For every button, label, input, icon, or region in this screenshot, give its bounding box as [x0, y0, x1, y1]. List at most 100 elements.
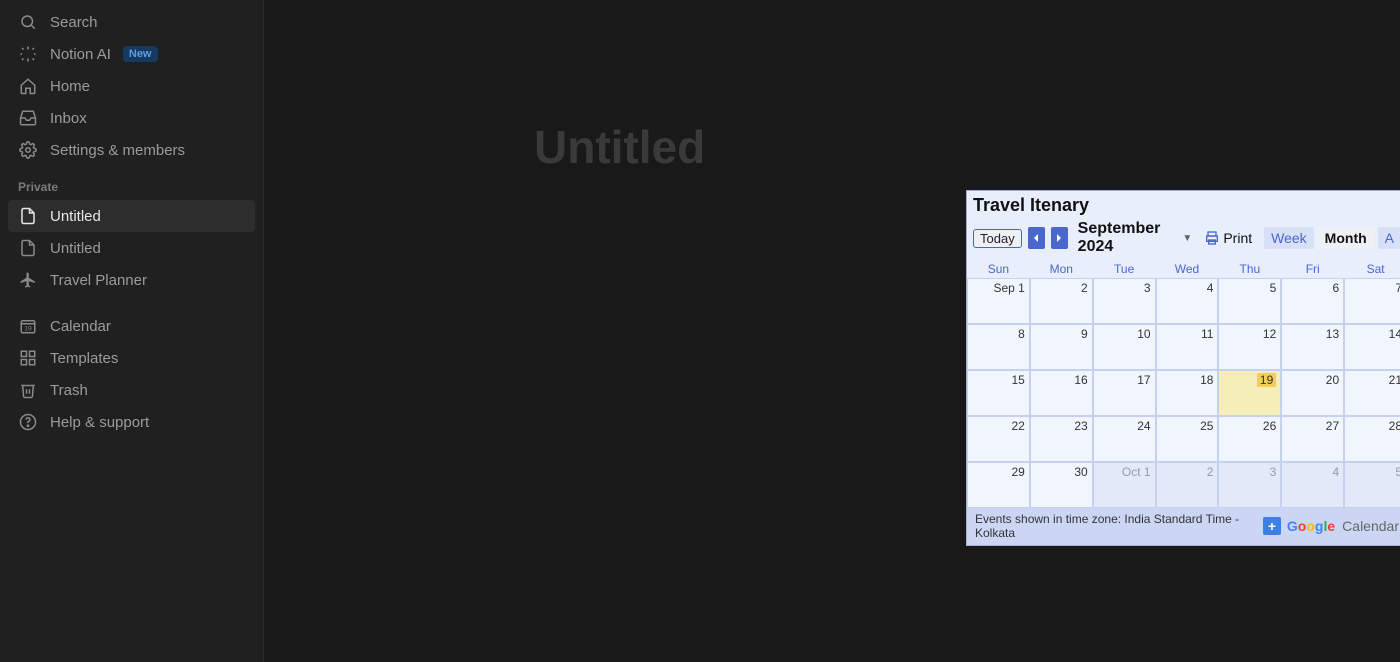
day-cell[interactable]: 18 [1156, 370, 1219, 416]
day-cell[interactable]: 19 [1218, 370, 1281, 416]
sidebar-trash[interactable]: Trash [8, 374, 255, 406]
day-cell[interactable]: 8 [967, 324, 1030, 370]
dow-cell: Thu [1218, 260, 1281, 278]
search-icon [18, 12, 38, 32]
page-icon [18, 206, 38, 226]
day-number: Oct 1 [1122, 465, 1151, 479]
day-number: 5 [1395, 465, 1400, 479]
day-number: 6 [1332, 281, 1339, 295]
new-badge: New [123, 46, 158, 62]
day-cell[interactable]: 4 [1281, 462, 1344, 508]
day-cell[interactable]: 17 [1093, 370, 1156, 416]
day-number: 28 [1389, 419, 1400, 433]
day-cell[interactable]: 5 [1344, 462, 1400, 508]
sidebar-templates[interactable]: Templates [8, 342, 255, 374]
day-cell[interactable]: 15 [967, 370, 1030, 416]
day-cell[interactable]: 3 [1093, 278, 1156, 324]
day-cell[interactable]: 11 [1156, 324, 1219, 370]
day-cell[interactable]: 16 [1030, 370, 1093, 416]
sidebar: Search Notion AI New Home Inbox Settings… [0, 0, 264, 662]
day-number: 4 [1332, 465, 1339, 479]
day-cell[interactable]: 29 [967, 462, 1030, 508]
page-icon [18, 238, 38, 258]
dow-row: SunMonTueWedThuFriSat [967, 260, 1400, 278]
day-cell[interactable]: 6 [1281, 278, 1344, 324]
today-button[interactable]: Today [973, 229, 1022, 248]
day-number: 13 [1326, 327, 1339, 341]
google-logo: Google [1287, 518, 1335, 534]
airplane-icon [18, 270, 38, 290]
day-number: 18 [1200, 373, 1213, 387]
sidebar-help[interactable]: Help & support [8, 406, 255, 438]
calendar-word: Calendar [1342, 518, 1399, 534]
day-cell[interactable]: 9 [1030, 324, 1093, 370]
day-cell[interactable]: 24 [1093, 416, 1156, 462]
sidebar-page-untitled-2[interactable]: Untitled [8, 232, 255, 264]
day-cell[interactable]: 21 [1344, 370, 1400, 416]
day-cell[interactable]: 3 [1218, 462, 1281, 508]
day-cell[interactable]: Oct 1 [1093, 462, 1156, 508]
timezone-label: Events shown in time zone: India Standar… [975, 512, 1263, 540]
day-cell[interactable]: 20 [1281, 370, 1344, 416]
main-content: Untitled Travel Itenary Today September … [264, 0, 1400, 662]
day-cell[interactable]: 23 [1030, 416, 1093, 462]
day-cell[interactable]: 25 [1156, 416, 1219, 462]
day-cell[interactable]: 30 [1030, 462, 1093, 508]
svg-text:19: 19 [24, 326, 32, 333]
add-calendar-button[interactable]: + [1263, 517, 1281, 535]
day-cell[interactable]: Sep 1 [967, 278, 1030, 324]
sidebar-page-travel-planner[interactable]: Travel Planner [8, 264, 255, 296]
sidebar-trash-label: Trash [50, 382, 88, 399]
day-number: 25 [1200, 419, 1213, 433]
sidebar-home[interactable]: Home [8, 70, 255, 102]
day-cell[interactable]: 2 [1156, 462, 1219, 508]
sidebar-page-untitled-1[interactable]: Untitled [8, 200, 255, 232]
day-cell[interactable]: 7 [1344, 278, 1400, 324]
day-cell[interactable]: 28 [1344, 416, 1400, 462]
day-cell[interactable]: 2 [1030, 278, 1093, 324]
sidebar-search[interactable]: Search [8, 6, 255, 38]
day-cell[interactable]: 22 [967, 416, 1030, 462]
sidebar-settings[interactable]: Settings & members [8, 134, 255, 166]
week-row: 89101112 13 14 [967, 324, 1400, 370]
week-row: Sep 1 2345 6 7 [967, 278, 1400, 324]
sidebar-section-private: Private [8, 166, 255, 200]
month-label: September 2024 [1078, 220, 1173, 256]
page-title[interactable]: Untitled [534, 120, 705, 174]
day-number: 30 [1074, 465, 1087, 479]
sidebar-home-label: Home [50, 78, 90, 95]
day-number: 27 [1326, 419, 1339, 433]
help-icon [18, 412, 38, 432]
view-tab-agenda[interactable]: A [1378, 227, 1400, 249]
sidebar-inbox[interactable]: Inbox [8, 102, 255, 134]
day-cell[interactable]: 4 [1156, 278, 1219, 324]
sidebar-inbox-label: Inbox [50, 110, 87, 127]
day-cell[interactable]: 5 [1218, 278, 1281, 324]
view-tab-month[interactable]: Month [1318, 227, 1374, 249]
sidebar-help-label: Help & support [50, 414, 149, 431]
day-cell[interactable]: 27 [1281, 416, 1344, 462]
sidebar-calendar[interactable]: 19 Calendar [8, 310, 255, 342]
calendar-title: Travel Itenary [967, 191, 1400, 218]
day-cell[interactable]: 14 [1344, 324, 1400, 370]
day-number: 14 [1389, 327, 1400, 341]
day-number: 7 [1395, 281, 1400, 295]
day-cell[interactable]: 10 [1093, 324, 1156, 370]
view-tab-week[interactable]: Week [1264, 227, 1314, 249]
google-calendar-embed: Travel Itenary Today September 2024 ▼ Pr… [966, 190, 1400, 546]
day-number: 17 [1137, 373, 1150, 387]
sidebar-calendar-label: Calendar [50, 318, 111, 335]
day-cell[interactable]: 13 [1281, 324, 1344, 370]
day-cell[interactable]: 12 [1218, 324, 1281, 370]
day-cell[interactable]: 26 [1218, 416, 1281, 462]
next-month-button[interactable] [1051, 227, 1068, 249]
prev-month-button[interactable] [1028, 227, 1045, 249]
dow-cell: Tue [1093, 260, 1156, 278]
day-number: 2 [1081, 281, 1088, 295]
view-tabs: Week Month A [1264, 227, 1400, 249]
day-number: 8 [1018, 327, 1025, 341]
day-number: Sep 1 [993, 281, 1024, 295]
month-dropdown-icon[interactable]: ▼ [1182, 233, 1192, 244]
print-button[interactable]: Print [1204, 230, 1252, 246]
sidebar-notion-ai[interactable]: Notion AI New [8, 38, 255, 70]
